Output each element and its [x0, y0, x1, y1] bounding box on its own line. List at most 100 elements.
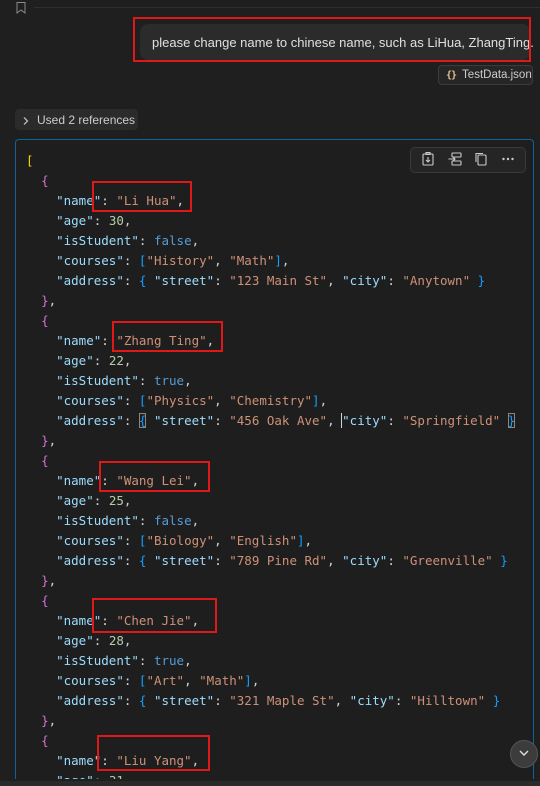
insert-at-cursor-icon: [420, 151, 436, 170]
punctuation: :: [387, 273, 403, 288]
punctuation: :: [214, 693, 230, 708]
code-block[interactable]: [ { "name": "Li Hua", "age": 30, "isStud…: [15, 139, 534, 779]
json-key: "courses": [56, 533, 124, 548]
divider: [34, 7, 540, 8]
copy-button[interactable]: [471, 150, 491, 170]
scroll-down-button[interactable]: [510, 740, 538, 768]
punctuation: :: [101, 193, 117, 208]
json-key: "city": [342, 413, 388, 428]
json-key: "courses": [56, 393, 124, 408]
punctuation: :: [93, 633, 109, 648]
json-key: "name": [56, 333, 102, 348]
punctuation: [26, 333, 56, 348]
punctuation: :: [94, 773, 109, 779]
code-line: "name": "Zhang Ting",: [26, 331, 515, 351]
punctuation: :: [138, 373, 154, 388]
bookmark-icon[interactable]: [16, 2, 26, 14]
punctuation: ,: [184, 673, 200, 688]
json-number: 22: [108, 353, 124, 368]
json-string: "456 Oak Ave": [229, 413, 328, 428]
punctuation: [26, 773, 56, 779]
punctuation: ,: [191, 233, 200, 248]
json-string: "History": [146, 253, 215, 268]
punctuation: :: [101, 753, 117, 768]
code-line: "isStudent": true,: [26, 371, 515, 391]
punctuation: :: [93, 353, 109, 368]
punctuation: [26, 353, 56, 368]
json-string: "789 Pine Rd": [229, 553, 328, 568]
bracket: }: [500, 553, 508, 568]
json-string: "English": [229, 533, 297, 548]
punctuation: ,: [176, 193, 185, 208]
punctuation: [26, 413, 56, 428]
code-line: "age": 30,: [26, 211, 515, 231]
punctuation: ,: [304, 533, 313, 548]
bracket: {: [41, 173, 49, 188]
references-label: Used 2 references: [37, 112, 136, 127]
json-keyword: true: [153, 373, 185, 388]
punctuation: :: [138, 513, 154, 528]
punctuation: :: [101, 333, 117, 348]
json-key: "street": [153, 273, 215, 288]
code-line: "address": { "street": "123 Main St", "c…: [26, 271, 515, 291]
punctuation: :: [138, 653, 154, 668]
punctuation: :: [214, 273, 230, 288]
punctuation: :: [93, 213, 109, 228]
bracket: }: [477, 273, 486, 288]
code-line: "courses": ["Art", "Math"],: [26, 671, 515, 691]
insert-into-new-file-button[interactable]: [445, 150, 465, 170]
json-string: "123 Main St": [229, 273, 328, 288]
json-string: "Math": [199, 673, 245, 688]
references-toggle[interactable]: Used 2 references: [15, 109, 138, 130]
code-line: {: [26, 451, 515, 471]
json-key: "age": [56, 213, 94, 228]
json-key: "name": [56, 473, 102, 488]
punctuation: :: [123, 693, 139, 708]
punctuation: [26, 373, 56, 388]
bracket: ]: [244, 673, 252, 688]
json-number: 28: [108, 633, 124, 648]
punctuation: ,: [327, 553, 343, 568]
code-toolbar: [410, 147, 526, 173]
attachment-chip[interactable]: {} TestData.json: [438, 65, 533, 85]
json-key: "age": [56, 353, 94, 368]
punctuation: [26, 313, 41, 328]
bracket: }: [41, 433, 49, 448]
punctuation: ,: [214, 253, 230, 268]
json-keyword: false: [153, 513, 192, 528]
punctuation: :: [123, 553, 139, 568]
insert-at-cursor-button[interactable]: [418, 150, 438, 170]
punctuation: [26, 433, 41, 448]
json-key: "address": [56, 693, 124, 708]
punctuation: [26, 613, 56, 628]
code-line: "courses": ["History", "Math"],: [26, 251, 515, 271]
punctuation: [26, 273, 56, 288]
punctuation: ,: [214, 533, 230, 548]
code-content: [ { "name": "Li Hua", "age": 30, "isStud…: [26, 151, 516, 779]
punctuation: [26, 293, 41, 308]
code-line: "isStudent": false,: [26, 231, 515, 251]
json-key: "age": [56, 773, 94, 779]
punctuation: [26, 733, 41, 748]
json-key: "street": [153, 413, 215, 428]
matched-bracket: }: [507, 413, 516, 428]
punctuation: ,: [123, 493, 132, 508]
punctuation: [26, 713, 41, 728]
more-actions-button[interactable]: [498, 150, 518, 170]
bracket: }: [41, 293, 49, 308]
code-line: {: [26, 171, 515, 191]
bottom-scrollbar[interactable]: [0, 781, 540, 786]
punctuation: [26, 653, 56, 668]
bracket: [: [26, 153, 34, 168]
code-line: },: [26, 291, 515, 311]
code-line: },: [26, 431, 515, 451]
code-line: "name": "Wang Lei",: [26, 471, 515, 491]
punctuation: ,: [191, 753, 200, 768]
punctuation: [26, 173, 41, 188]
json-key: "name": [56, 193, 102, 208]
punctuation: :: [394, 693, 410, 708]
json-string: "Hilltown": [409, 693, 486, 708]
code-line: "name": "Liu Yang",: [26, 751, 515, 771]
json-key: "address": [56, 273, 124, 288]
code-line: "courses": ["Biology", "English"],: [26, 531, 515, 551]
